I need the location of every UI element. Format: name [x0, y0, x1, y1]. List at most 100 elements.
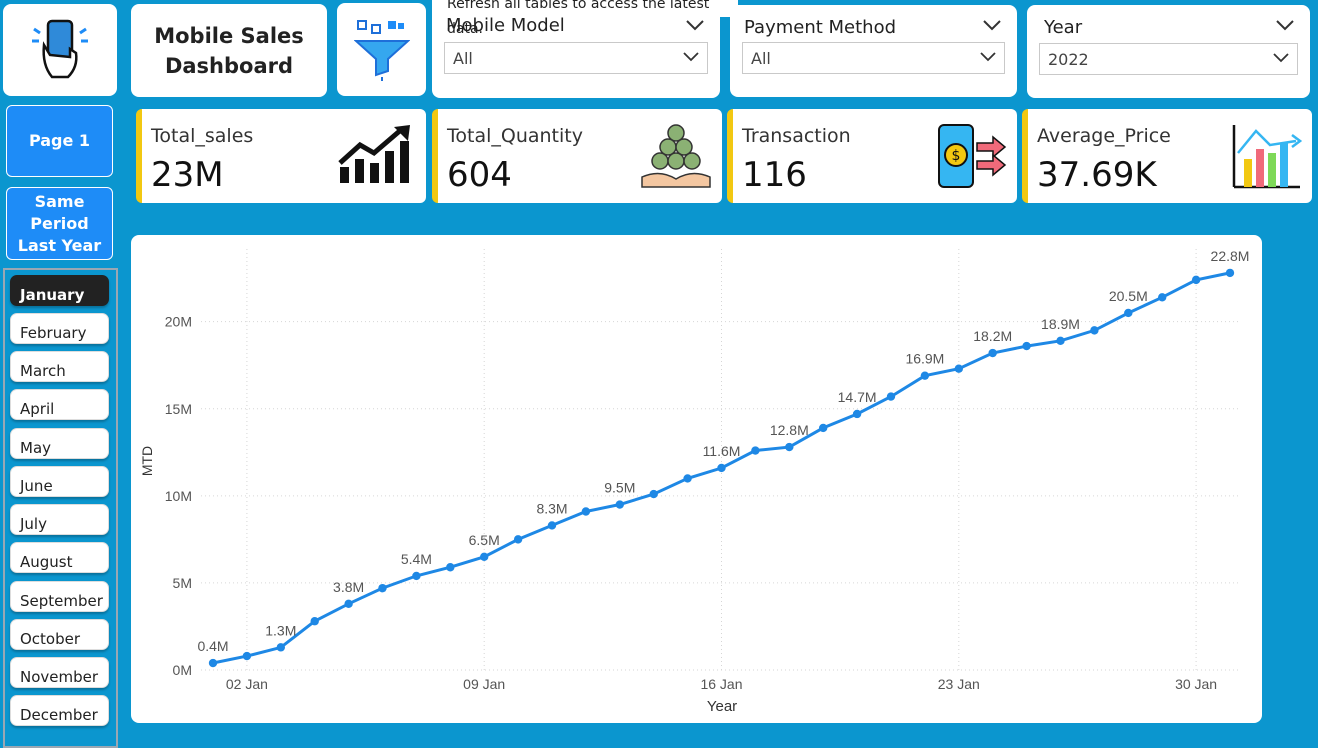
data-point[interactable]: [954, 364, 963, 373]
month-button-april[interactable]: April: [10, 389, 109, 420]
data-point[interactable]: [1158, 293, 1167, 302]
data-label: 8.3M: [536, 500, 567, 516]
data-point[interactable]: [717, 463, 726, 473]
month-button-july[interactable]: July: [10, 504, 109, 535]
data-point[interactable]: [581, 507, 591, 516]
data-point[interactable]: [276, 643, 285, 652]
chart-grid: [201, 249, 1241, 671]
year-dropdown[interactable]: 2022: [1039, 43, 1298, 75]
data-point[interactable]: [1022, 341, 1031, 351]
month-button-november[interactable]: November: [10, 657, 109, 688]
y-tick-label: 5M: [173, 575, 192, 591]
data-point[interactable]: [242, 651, 252, 661]
same-period-last-year-button[interactable]: Same Period Last Year: [6, 187, 113, 260]
x-tick-label: 16 Jan: [700, 676, 742, 692]
data-label: 5.4M: [401, 551, 432, 567]
data-point[interactable]: [751, 446, 760, 455]
data-label: 22.8M: [1211, 248, 1250, 264]
data-points: [208, 268, 1235, 668]
kpi-total-sales-label: Total_sales: [151, 125, 254, 147]
data-point[interactable]: [513, 535, 523, 544]
data-point[interactable]: [1191, 275, 1201, 285]
kpi-transaction-label: Transaction: [742, 125, 851, 147]
x-tick-label: 02 Jan: [226, 676, 268, 692]
data-label: 12.8M: [770, 422, 809, 438]
month-button-february[interactable]: February: [10, 313, 109, 344]
month-button-june[interactable]: June: [10, 466, 109, 497]
data-point[interactable]: [615, 500, 624, 509]
mobile-model-dropdown[interactable]: All: [444, 42, 708, 74]
bar-chart-icon: [1232, 125, 1302, 189]
filter-funnel-icon: [353, 19, 410, 81]
mtd-line-chart: 0M 5M 10M 15M 20M 02 Jan 09 Jan 16 Jan 23 Jan 30…: [131, 235, 1262, 723]
data-point[interactable]: [310, 617, 319, 626]
kpi-transaction: Transaction 116 $: [727, 109, 1017, 203]
month-button-october[interactable]: October: [10, 619, 109, 650]
data-point[interactable]: [446, 563, 455, 572]
kpi-total-quantity: Total_Quantity 604: [432, 109, 722, 203]
month-button-september[interactable]: September: [10, 581, 109, 612]
data-point[interactable]: [1225, 268, 1235, 278]
mobile-model-value: All: [453, 49, 473, 68]
data-point[interactable]: [988, 348, 997, 358]
data-point[interactable]: [649, 489, 658, 499]
data-point[interactable]: [208, 658, 218, 668]
data-point[interactable]: [1124, 308, 1133, 318]
data-point[interactable]: [547, 521, 557, 530]
month-button-january[interactable]: January: [10, 275, 109, 306]
chevron-down-icon: [1273, 53, 1289, 63]
data-label: 1.3M: [265, 622, 296, 638]
payment-method-slicer[interactable]: Payment Method All: [730, 5, 1017, 97]
filter-button[interactable]: [337, 3, 426, 96]
data-point[interactable]: [852, 409, 862, 419]
data-point[interactable]: [785, 442, 794, 452]
chevron-down-icon[interactable]: [983, 19, 1001, 31]
data-point[interactable]: [480, 552, 489, 561]
data-point[interactable]: [1056, 336, 1065, 346]
kpi-total-sales-value: 23M: [151, 155, 224, 195]
data-point[interactable]: [683, 474, 692, 483]
chevron-down-icon: [980, 52, 996, 62]
y-axis-ticks: 0M 5M 10M 15M 20M: [165, 314, 192, 678]
phone-hand-icon: [32, 19, 88, 79]
year-value: 2022: [1048, 50, 1089, 69]
refresh-tooltip: Refresh all tables to access the latest …: [432, 0, 738, 37]
data-label: 18.2M: [973, 328, 1012, 344]
page1-button[interactable]: Page 1: [6, 105, 113, 177]
x-tick-label: 09 Jan: [463, 676, 505, 692]
data-label: 16.9M: [905, 351, 944, 367]
mtd-chart-svg: 0M 5M 10M 15M 20M 02 Jan 09 Jan 16 Jan 23 Jan 30…: [139, 248, 1250, 715]
y-tick-label: 10M: [165, 488, 192, 504]
month-button-may[interactable]: May: [10, 428, 109, 459]
payment-method-dropdown[interactable]: All: [742, 42, 1005, 74]
kpi-total-quantity-value: 604: [447, 155, 512, 195]
data-label: 6.5M: [469, 532, 500, 548]
data-label: 14.7M: [838, 389, 877, 405]
chevron-down-icon[interactable]: [1276, 19, 1294, 31]
data-point[interactable]: [920, 371, 930, 380]
data-point[interactable]: [886, 392, 896, 401]
x-axis-label: Year: [707, 698, 737, 715]
data-label: 3.8M: [333, 579, 364, 595]
dashboard-title-line1: Mobile Sales: [154, 23, 304, 48]
data-point[interactable]: [344, 599, 353, 609]
x-tick-label: 30 Jan: [1175, 676, 1217, 692]
chevron-down-icon[interactable]: [686, 19, 704, 31]
year-slicer[interactable]: Year 2022: [1027, 5, 1310, 98]
data-point[interactable]: [1090, 326, 1099, 335]
data-point[interactable]: [412, 571, 421, 581]
month-button-august[interactable]: August: [10, 542, 109, 573]
y-tick-label: 15M: [165, 401, 192, 417]
coins-hands-icon: [641, 124, 711, 188]
kpi-total-sales: Total_sales 23M: [136, 109, 426, 203]
data-label: 9.5M: [604, 480, 635, 496]
y-axis-label: MTD: [139, 446, 155, 476]
data-point[interactable]: [378, 583, 387, 593]
svg-text:$: $: [952, 148, 961, 164]
data-point[interactable]: [819, 423, 828, 433]
month-button-december[interactable]: December: [10, 695, 109, 726]
year-label: Year: [1044, 17, 1083, 38]
same-period-label-line1: Same Period: [30, 191, 89, 233]
month-button-march[interactable]: March: [10, 351, 109, 382]
x-tick-label: 23 Jan: [938, 676, 980, 692]
